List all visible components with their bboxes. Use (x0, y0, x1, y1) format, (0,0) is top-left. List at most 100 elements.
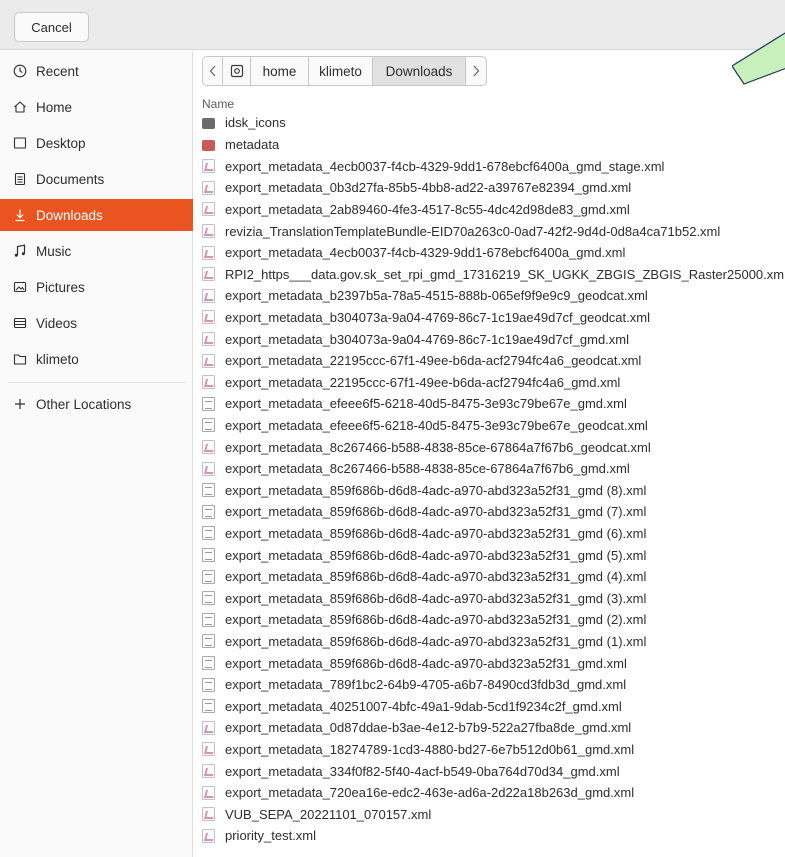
list-item[interactable]: export_metadata_859f686b-d6d8-4adc-a970-… (202, 544, 785, 566)
file-name: export_metadata_18274789-1cd3-4880-bd27-… (225, 741, 635, 757)
pathbar-segment-downloads[interactable]: Downloads (373, 57, 466, 85)
file-name: export_metadata_22195ccc-67f1-49ee-b6da-… (225, 374, 621, 390)
text-file-icon (202, 396, 215, 411)
list-item[interactable]: export_metadata_18274789-1cd3-4880-bd27-… (202, 738, 785, 760)
xml-file-icon (202, 353, 215, 368)
file-name: VUB_SEPA_20221101_070157.xml (225, 806, 432, 822)
file-name: export_metadata_b304073a-9a04-4769-86c7-… (225, 331, 630, 347)
list-item[interactable]: export_metadata_efeee6f5-6218-40d5-8475-… (202, 393, 785, 415)
sidebar-item-other-locations[interactable]: Other Locations (0, 388, 193, 420)
list-item[interactable]: export_metadata_0b3d27fa-85b5-4bb8-ad22-… (202, 177, 785, 199)
sidebar-item-label: klimeto (36, 351, 79, 367)
file-name: export_metadata_0b3d27fa-85b5-4bb8-ad22-… (225, 180, 632, 196)
sidebar-item-label: Recent (36, 63, 79, 79)
text-file-icon (202, 699, 215, 714)
pathbar-segment-klimeto[interactable]: klimeto (309, 57, 373, 85)
xml-file-icon (202, 267, 215, 282)
list-item[interactable]: export_metadata_859f686b-d6d8-4adc-a970-… (202, 652, 785, 674)
list-item[interactable]: export_metadata_2ab89460-4fe3-4517-8c55-… (202, 198, 785, 220)
text-file-icon (202, 526, 215, 541)
pathbar-drive-button[interactable] (223, 57, 251, 85)
list-item[interactable]: export_metadata_8c267466-b588-4838-85ce-… (202, 458, 785, 480)
file-name: priority_test.xml (225, 828, 317, 844)
list-item[interactable]: export_metadata_859f686b-d6d8-4adc-a970-… (202, 501, 785, 523)
list-item[interactable]: revizia_TranslationTemplateBundle-EID70a… (202, 220, 785, 242)
sidebar-item-home[interactable]: Home (0, 91, 193, 123)
list-item[interactable]: export_metadata_efeee6f5-6218-40d5-8475-… (202, 414, 785, 436)
text-file-icon (202, 677, 215, 692)
list-item[interactable]: export_metadata_4ecb0037-f4cb-4329-9dd1-… (202, 155, 785, 177)
file-name: revizia_TranslationTemplateBundle-EID70a… (225, 223, 721, 239)
xml-file-icon (202, 461, 215, 476)
sidebar-item-downloads[interactable]: Downloads (0, 199, 193, 231)
sidebar-item-desktop[interactable]: Desktop (0, 127, 193, 159)
list-item[interactable]: idsk_icons (202, 112, 785, 133)
xml-file-icon (202, 224, 215, 238)
xml-file-icon (202, 828, 215, 843)
list-item[interactable]: export_metadata_859f686b-d6d8-4adc-a970-… (202, 587, 785, 609)
sidebar-item-documents[interactable]: Documents (0, 163, 193, 195)
sidebar-item-videos[interactable]: Videos (0, 307, 193, 339)
file-name: export_metadata_859f686b-d6d8-4adc-a970-… (225, 612, 647, 628)
list-item[interactable]: export_metadata_40251007-4bfc-49a1-9dab-… (202, 695, 785, 717)
list-item[interactable]: export_metadata_859f686b-d6d8-4adc-a970-… (202, 630, 785, 652)
list-item[interactable]: export_metadata_4ecb0037-f4cb-4329-9dd1-… (202, 242, 785, 264)
file-name: export_metadata_4ecb0037-f4cb-4329-9dd1-… (225, 158, 665, 174)
sidebar-item-music[interactable]: Music (0, 235, 193, 267)
list-item[interactable]: export_metadata_8c267466-b588-4838-85ce-… (202, 436, 785, 458)
back-arrow-button[interactable] (203, 57, 223, 85)
sidebar-item-klimeto[interactable]: klimeto (0, 343, 193, 375)
sidebar-item-label: Music (36, 243, 72, 259)
sidebar-item-label: Documents (36, 171, 105, 187)
file-name: export_metadata_8c267466-b588-4838-85ce-… (225, 461, 630, 477)
list-item[interactable]: export_metadata_b304073a-9a04-4769-86c7-… (202, 328, 785, 350)
file-name: export_metadata_334f0f82-5f40-4acf-b549-… (225, 763, 620, 779)
list-item[interactable]: export_metadata_b304073a-9a04-4769-86c7-… (202, 306, 785, 328)
list-item[interactable]: export_metadata_0d87ddae-b3ae-4e12-b7b9-… (202, 717, 785, 739)
cancel-button[interactable]: Cancel (14, 12, 89, 42)
list-item[interactable]: export_metadata_789f1bc2-64b9-4705-a6b7-… (202, 674, 785, 696)
file-name: export_metadata_0d87ddae-b3ae-4e12-b7b9-… (225, 720, 632, 736)
xml-file-icon (202, 310, 215, 325)
sidebar-item-label: Other Locations (36, 396, 132, 412)
file-name: RPI2_https___data.gov.sk_set_rpi_gmd_173… (225, 266, 785, 282)
list-item[interactable]: priority_test.xml (202, 825, 785, 847)
list-item[interactable]: export_metadata_859f686b-d6d8-4adc-a970-… (202, 609, 785, 631)
pathbar-segment-home[interactable]: home (251, 57, 309, 85)
text-file-icon (202, 612, 215, 627)
file-list: idsk_icons metadata export_metadata_4ecb00… (202, 112, 785, 857)
xml-file-icon (202, 245, 215, 260)
file-name: export_metadata_b304073a-9a04-4769-86c7-… (225, 309, 650, 325)
folder-icon (202, 140, 215, 152)
list-item[interactable]: RPI2_https___data.gov.sk_set_rpi_gmd_173… (202, 263, 785, 285)
file-name: export_metadata_789f1bc2-64b9-4705-a6b7-… (225, 677, 627, 693)
text-file-icon (202, 504, 215, 519)
xml-file-icon (202, 180, 215, 195)
list-item[interactable]: VUB_SEPA_20221101_070157.xml (202, 803, 785, 825)
sidebar-item-label: Downloads (36, 207, 103, 223)
xml-file-icon (202, 202, 215, 217)
forward-arrow-button[interactable] (466, 57, 486, 85)
xml-file-icon (202, 440, 215, 454)
sidebar-item-pictures[interactable]: Pictures (0, 271, 193, 303)
xml-file-icon (202, 159, 215, 174)
list-item[interactable]: metadata (202, 134, 785, 156)
sidebar-item-recent[interactable]: Recent (0, 55, 193, 87)
column-header-name[interactable]: Name (202, 97, 234, 111)
file-name: metadata (225, 137, 280, 153)
header-bar: Cancel (0, 0, 785, 50)
list-item[interactable]: export_metadata_22195ccc-67f1-49ee-b6da-… (202, 350, 785, 372)
file-name: export_metadata_859f686b-d6d8-4adc-a970-… (225, 590, 647, 606)
list-item[interactable]: export_metadata_b2397b5a-78a5-4515-888b-… (202, 285, 785, 307)
xml-file-icon (202, 288, 215, 303)
decorative-shape (732, 32, 785, 85)
list-item[interactable]: export_metadata_859f686b-d6d8-4adc-a970-… (202, 479, 785, 501)
desktop-icon (12, 135, 28, 151)
list-item[interactable]: export_metadata_720ea16e-edc2-463e-ad6a-… (202, 782, 785, 804)
list-item[interactable]: export_metadata_859f686b-d6d8-4adc-a970-… (202, 522, 785, 544)
sidebar-item-label: Pictures (36, 279, 85, 295)
list-item[interactable]: export_metadata_22195ccc-67f1-49ee-b6da-… (202, 371, 785, 393)
list-item[interactable]: export_metadata_334f0f82-5f40-4acf-b549-… (202, 760, 785, 782)
list-item[interactable]: export_metadata_859f686b-d6d8-4adc-a970-… (202, 566, 785, 588)
chevron-right-icon (473, 65, 480, 77)
